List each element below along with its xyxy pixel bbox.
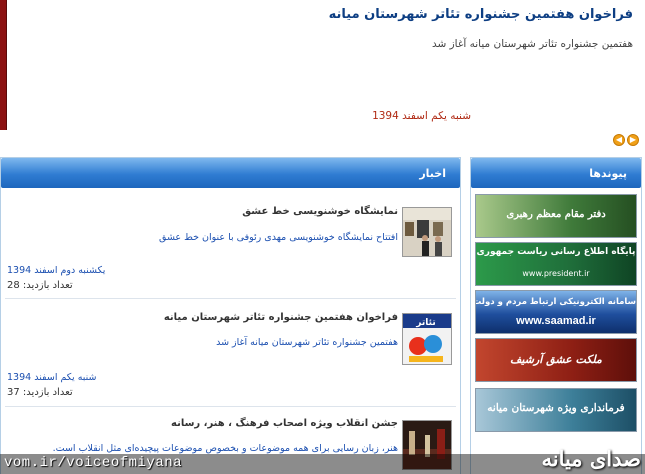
news-box: اخبار نمایشگاه خوشنویسی خط عشق افتتاح نم… [0, 157, 461, 474]
news-summary-link[interactable]: هفتمین جشنواره تئاتر شهرستان میانه آغاز … [216, 337, 398, 348]
banner-saamad[interactable]: سامانه الکترونیکی ارتباط مردم و دولت www… [475, 290, 637, 334]
featured-title[interactable]: فراخوان هفتمین جشنواره تئاتر شهرستان میا… [329, 7, 633, 22]
news-divider [5, 298, 456, 299]
news-visits: تعداد بازدید: 28 [7, 280, 73, 291]
news-title[interactable]: فراخوان هفتمین جشنواره تئاتر شهرستان میا… [164, 312, 398, 323]
news-summary-link[interactable]: هنر، زبان رسایی برای همه موضوعات و بخصوص… [53, 443, 398, 454]
banner-governorate[interactable]: فرمانداری ویژه شهرستان میانه [475, 388, 637, 432]
news-box-title: اخبار [419, 166, 446, 180]
banner-president[interactable]: پایگاه اطلاع رسانی ریاست جمهوری www.pres… [475, 242, 637, 286]
news-date: شنبه یکم اسفند 1394 [7, 372, 97, 383]
news-box-header: اخبار [1, 158, 460, 188]
banner-label: سامانه الکترونیکی ارتباط مردم و دولت [475, 297, 636, 307]
links-box: پیوندها دفتر مقام معظم رهبری پایگاه اطلا… [470, 157, 642, 474]
thumb-caption: تئاتر [415, 318, 435, 328]
news-thumbnail[interactable] [402, 207, 452, 257]
news-title[interactable]: جشن انقلاب ویژه اصحاب فرهنگ ، هنر، رسانه [171, 418, 398, 429]
featured-news: فراخوان هفتمین جشنواره تئاتر شهرستان میا… [0, 0, 645, 150]
news-thumbnail[interactable]: تئاتر [402, 313, 452, 365]
links-box-header: پیوندها [471, 158, 641, 188]
watermark-url: vom.ir/voiceofmiyana [4, 455, 183, 471]
watermark-logo: صدای میانه [541, 446, 641, 471]
banner-label: دفتر مقام معظم رهبری [506, 209, 606, 220]
banner-label: ملکت عشق آرشیف [510, 353, 602, 366]
banner-label: پایگاه اطلاع رسانی ریاست جمهوری [476, 247, 636, 257]
prev-arrow-icon[interactable]: ◀ [613, 134, 625, 146]
banner-archive[interactable]: ملکت عشق آرشیف [475, 338, 637, 382]
news-date: یکشنبه دوم اسفند 1394 [7, 265, 106, 276]
news-visits: تعداد بازدید: 37 [7, 387, 73, 398]
news-summary-link[interactable]: افتتاح نمایشگاه خوشنویسی مهدی رئوفی با ع… [159, 232, 398, 243]
featured-image-edge[interactable] [0, 0, 7, 130]
featured-date: شنبه یکم اسفند 1394 [372, 110, 471, 122]
banner-url: www.saamad.ir [516, 315, 596, 327]
news-title[interactable]: نمایشگاه خوشنویسی خط عشق [242, 206, 398, 217]
banner-label: فرمانداری ویژه شهرستان میانه [487, 402, 625, 414]
links-box-title: پیوندها [589, 166, 627, 180]
news-divider [5, 406, 456, 407]
featured-summary: هفتمین جشنواره تئاتر شهرستان میانه آغاز … [431, 38, 633, 50]
banner-leader-office[interactable]: دفتر مقام معظم رهبری [475, 194, 637, 238]
slider-controls: ◀ ▶ [613, 134, 639, 146]
next-arrow-icon[interactable]: ▶ [627, 134, 639, 146]
banner-url: www.president.ir [522, 269, 590, 278]
